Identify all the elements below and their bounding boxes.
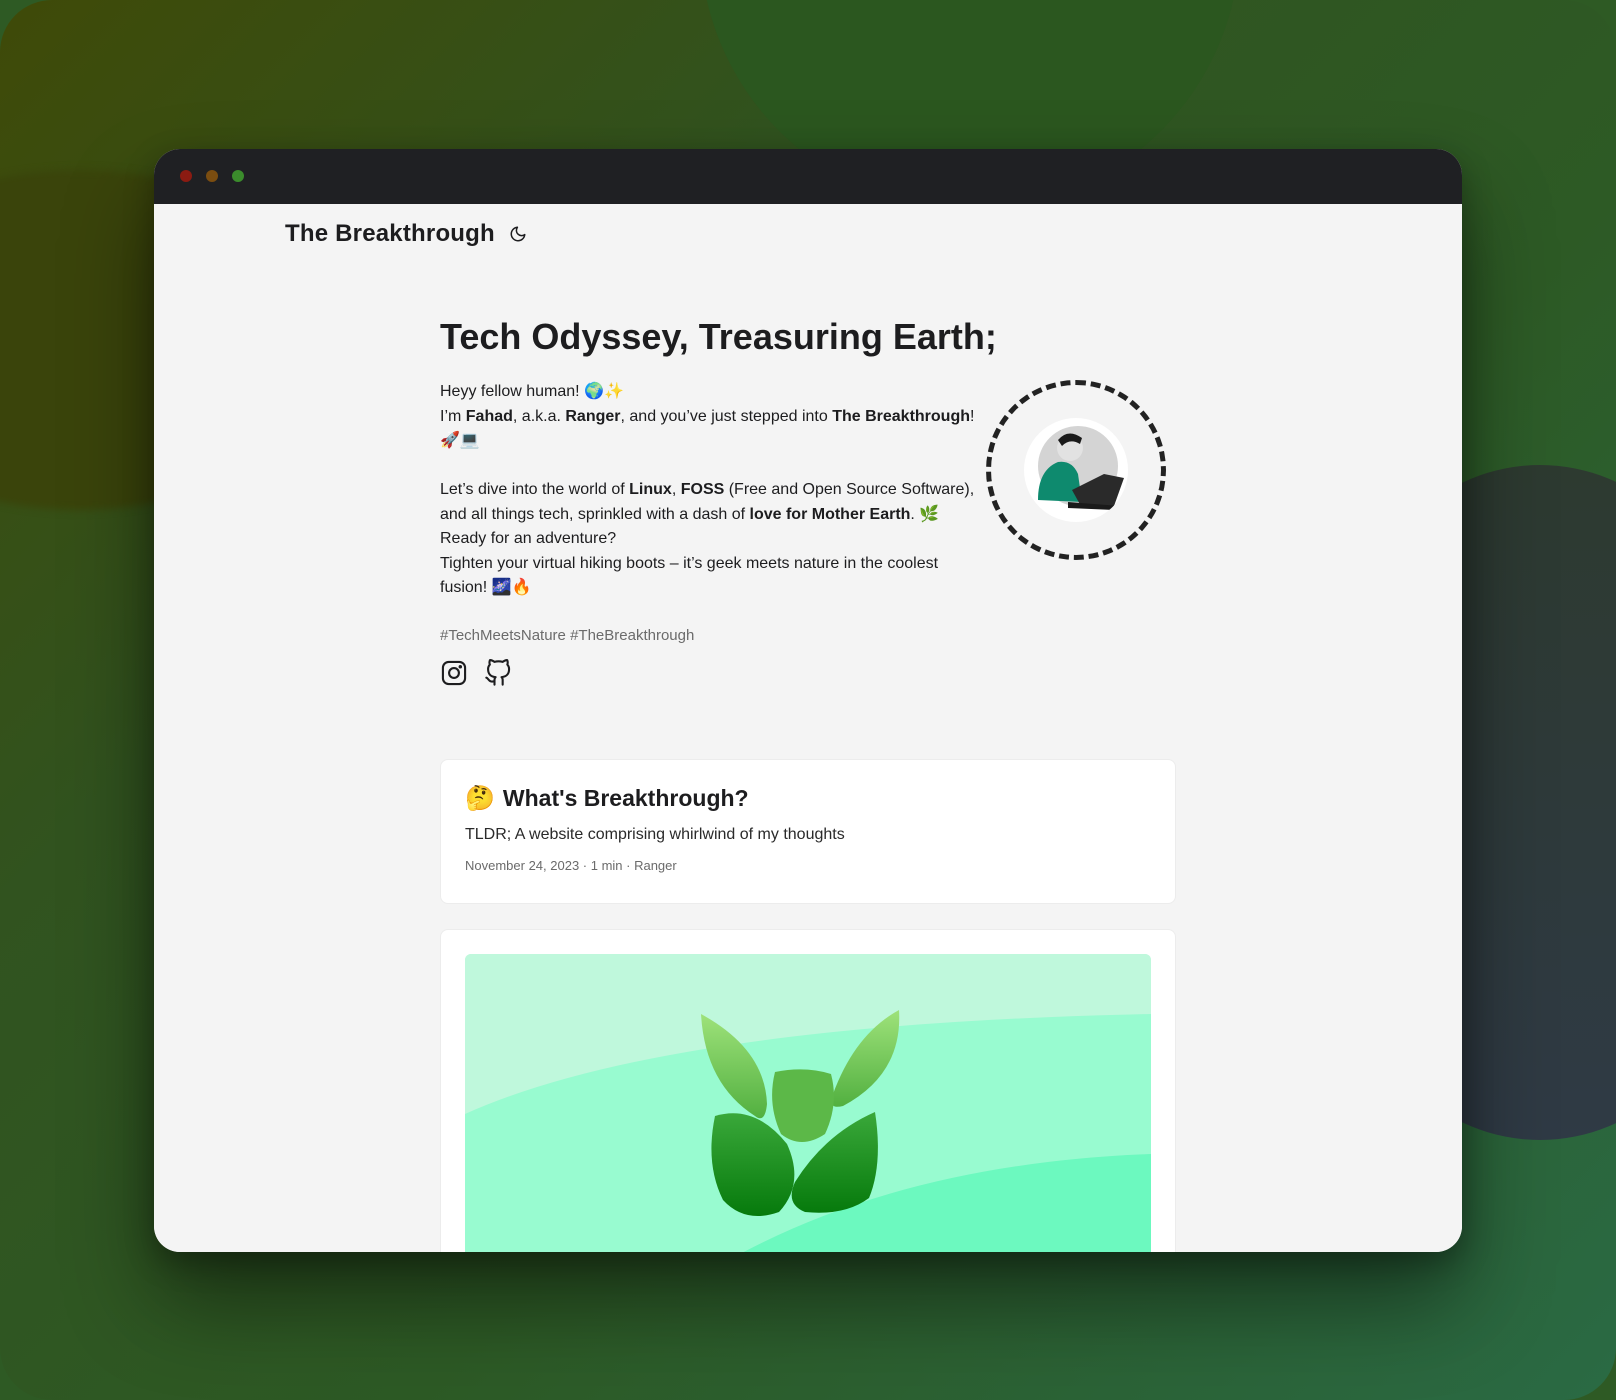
linux-bold: Linux (629, 481, 672, 498)
intro-line: Heyy fellow human! 🌍✨ (440, 383, 624, 400)
author-name: Fahad (465, 407, 513, 425)
instagram-icon (441, 660, 467, 686)
person-with-laptop-icon (1038, 426, 1124, 510)
maximize-window-button[interactable] (232, 170, 244, 182)
site-header: The Breakthrough (285, 220, 529, 248)
thinking-face-icon: 🤔 (465, 785, 495, 812)
github-link[interactable] (484, 659, 512, 687)
intro-line: I’m Fahad, a.k.a. Ranger, and you’ve jus… (440, 405, 980, 454)
text-span: Let’s dive into the world of (440, 481, 630, 498)
intro-line: Tighten your virtual hiking boots – it’s… (440, 554, 939, 597)
intro-line: Ready for an adventure? (440, 530, 617, 547)
love-bold: love for Mother Earth (749, 505, 911, 523)
site-logo-link[interactable]: The Breakthrough (285, 220, 495, 248)
hero-intro: Heyy fellow human! 🌍✨ I’m Fahad, a.k.a. … (440, 380, 980, 601)
close-window-button[interactable] (180, 170, 192, 182)
foss-bold: FOSS (680, 481, 725, 498)
hashtags: #TechMeetsNature #TheBreakthrough (440, 627, 695, 644)
text-span: . 🌿 (910, 505, 940, 523)
post-cover-image (465, 954, 1151, 1252)
post-title: 🤔 What's Breakthrough? (465, 784, 1151, 813)
social-links (440, 659, 512, 687)
text-span: , a.k.a. (512, 407, 566, 425)
avatar (986, 380, 1166, 560)
post-cover-card[interactable] (440, 929, 1176, 1252)
browser-window: The Breakthrough Tech Odyssey, Treasurin… (154, 149, 1462, 1252)
window-titlebar (154, 149, 1462, 204)
text-span: , and you’ve just stepped into (620, 407, 833, 425)
moon-icon (510, 226, 526, 242)
github-icon (485, 659, 511, 686)
web-page: The Breakthrough Tech Odyssey, Treasurin… (154, 204, 1462, 1252)
leaf-logo-illustration (465, 954, 1151, 1252)
post-title-text: What's Breakthrough? (502, 785, 749, 811)
text-span: , (671, 481, 681, 498)
instagram-link[interactable] (440, 659, 468, 687)
post-meta: November 24, 2023 · 1 min · Ranger (465, 858, 677, 873)
intro-paragraph: Let’s dive into the world of Linux, FOSS… (440, 478, 980, 527)
hero-title: Tech Odyssey, Treasuring Earth; (440, 316, 997, 357)
avatar-image (1024, 418, 1128, 522)
theme-toggle-button[interactable] (507, 223, 529, 245)
site-name-bold: The Breakthrough (832, 407, 970, 425)
author-alias: Ranger (565, 407, 621, 425)
post-description: TLDR; A website comprising whirlwind of … (465, 826, 845, 843)
post-card[interactable]: 🤔 What's Breakthrough? TLDR; A website c… (440, 759, 1176, 904)
text-span: I’m (440, 407, 466, 425)
minimize-window-button[interactable] (206, 170, 218, 182)
